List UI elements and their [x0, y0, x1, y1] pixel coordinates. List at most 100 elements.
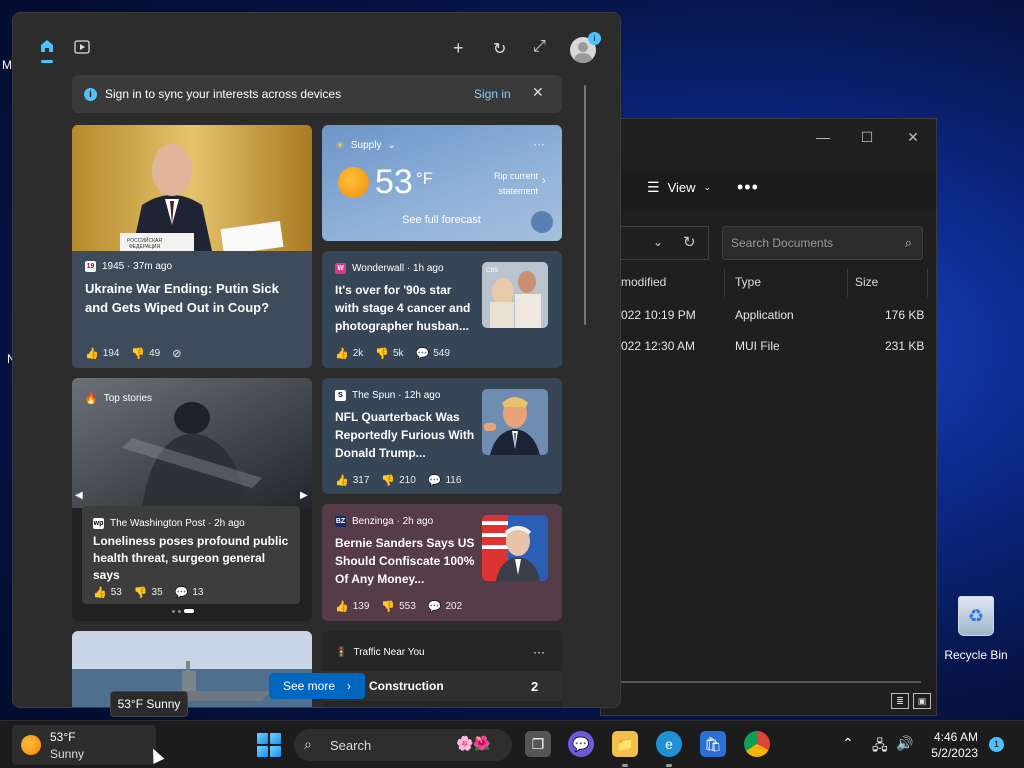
chevron-right-icon[interactable]: ›	[542, 175, 546, 187]
like-button[interactable]: 👍 194	[85, 347, 119, 360]
column-header-modified[interactable]: modified	[621, 275, 666, 289]
signin-link[interactable]: Sign in	[474, 87, 511, 101]
carousel-dot-active[interactable]	[184, 609, 194, 613]
notification-badge[interactable]: 1	[989, 737, 1004, 752]
file-explorer-icon[interactable]: 📁	[612, 731, 638, 757]
like-button[interactable]: 👍 317	[335, 474, 369, 487]
news-card-benzinga[interactable]: BZ Benzinga · 2h ago Bernie Sanders Says…	[322, 504, 562, 621]
like-button[interactable]: 👍 53	[93, 586, 122, 599]
news-photo	[482, 515, 548, 581]
news-card-spun[interactable]: S The Spun · 12h ago NFL Quarterback Was…	[322, 378, 562, 494]
network-icon[interactable]: 🖧	[872, 735, 888, 759]
search-label: Search	[330, 738, 372, 753]
comment-button[interactable]: 💬 202	[428, 600, 462, 613]
like-button[interactable]: 👍 139	[335, 600, 369, 613]
view-button[interactable]: ☰ View ⌄	[647, 179, 711, 196]
cell-modified: 022 12:30 AM	[621, 339, 696, 353]
search-input[interactable]: Search Documents ⌕	[722, 226, 923, 260]
maximize-icon[interactable]: ☐	[857, 127, 877, 147]
tiles-view-icon[interactable]: ▣	[913, 693, 931, 709]
weather-alert[interactable]: Rip current statement	[474, 169, 538, 199]
weather-location[interactable]: ☀ Supply ⌄	[335, 139, 396, 152]
comment-button[interactable]: 💬 549	[416, 347, 450, 360]
clock-time: 4:46 AM	[933, 730, 978, 744]
column-header-type[interactable]: Type	[735, 275, 761, 289]
feed-scrollbar[interactable]	[584, 85, 586, 325]
weather-more-icon[interactable]: ···	[533, 137, 545, 151]
refresh-icon[interactable]: ↻	[683, 233, 696, 251]
more-options-button[interactable]: •••	[737, 177, 759, 198]
carousel-dot[interactable]	[172, 609, 175, 613]
dislike-button[interactable]: 👎 35	[134, 586, 163, 599]
comment-button[interactable]: 💬 116	[428, 474, 462, 487]
source-logo-icon: S	[335, 390, 346, 401]
news-photo	[482, 389, 548, 455]
weather-card[interactable]: ☀ Supply ⌄ ··· 53 °F Rip current stateme…	[322, 125, 562, 241]
volume-icon[interactable]: 🔊	[896, 735, 913, 752]
news-source: W Wonderwall · 1h ago	[335, 263, 444, 274]
minimize-icon[interactable]: —	[813, 127, 833, 147]
search-placeholder: Search Documents	[731, 236, 834, 250]
forecast-link[interactable]: See full forecast	[402, 214, 481, 226]
horizontal-scrollbar[interactable]	[621, 681, 921, 683]
news-headline[interactable]: Loneliness poses profound public health …	[93, 533, 293, 584]
add-widget-icon[interactable]: +	[453, 38, 464, 59]
column-divider[interactable]	[847, 269, 848, 297]
traffic-more-icon[interactable]: ···	[533, 645, 545, 659]
traffic-item: Construction	[369, 679, 444, 693]
chevron-down-icon[interactable]: ⌄	[653, 235, 663, 249]
see-more-button[interactable]: See more ›	[269, 673, 365, 699]
news-card-putin[interactable]: РОССИЙСКАЯ ФЕДЕРАЦИЯ 19 1945 · 37m ago U…	[72, 125, 312, 368]
source-label: Benzinga · 2h ago	[352, 516, 434, 527]
dislike-count: 5k	[392, 348, 404, 359]
carousel-dot[interactable]	[178, 609, 181, 613]
dislike-count: 210	[399, 475, 416, 486]
recycle-bin[interactable]: ♻ Recycle Bin	[944, 596, 1008, 662]
close-icon[interactable]: ✕	[532, 84, 544, 101]
home-icon[interactable]	[39, 38, 55, 54]
dislike-button[interactable]: 👎 5k	[375, 347, 403, 360]
carousel-dots[interactable]	[172, 609, 194, 613]
news-headline[interactable]: Bernie Sanders Says US Should Confiscate…	[335, 534, 475, 588]
column-divider[interactable]	[724, 269, 725, 297]
like-button[interactable]: 👍 2k	[335, 347, 363, 360]
chevron-up-icon[interactable]: ⌃	[842, 735, 854, 752]
news-headline[interactable]: Ukraine War Ending: Putin Sick and Gets …	[85, 279, 300, 317]
comment-button[interactable]: 💬 13	[175, 586, 204, 599]
teams-chat-icon[interactable]: 💬	[568, 731, 594, 757]
source-logo-icon: W	[335, 263, 346, 274]
carousel-next-icon[interactable]: ▶	[300, 490, 308, 501]
news-headline[interactable]: NFL Quarterback Was Reportedly Furious W…	[335, 408, 475, 462]
dislike-button[interactable]: 👎 553	[381, 600, 415, 613]
video-icon[interactable]	[74, 39, 90, 55]
expand-icon[interactable]: ⤢	[533, 38, 546, 56]
file-explorer-window[interactable]: — ☐ ✕ ☰ View ⌄ ••• ⌄ ↻ Search Documents …	[600, 118, 937, 716]
explorer-titlebar[interactable]: — ☐ ✕	[601, 119, 936, 155]
chevron-right-icon: ›	[347, 679, 352, 693]
comment-count: 549	[433, 348, 450, 359]
clock[interactable]: 4:46 AM 5/2/2023	[926, 729, 978, 761]
cell-size: 176 KB	[885, 308, 925, 322]
taskbar-search-box[interactable]: ⌕ Search 🌸🌺	[294, 729, 512, 761]
news-card-wonderwall[interactable]: W Wonderwall · 1h ago It's over for '90s…	[322, 251, 562, 368]
story-panel[interactable]: wp The Washington Post · 2h ago Loneline…	[82, 506, 300, 604]
chrome-icon[interactable]	[744, 731, 770, 757]
dislike-button[interactable]: 👎 210	[381, 474, 415, 487]
dislike-button[interactable]: 👎 49	[131, 347, 160, 360]
edge-icon[interactable]: e	[656, 731, 682, 757]
comments-off-button[interactable]: ⊘	[172, 347, 181, 360]
news-headline[interactable]: It's over for '90s star with stage 4 can…	[335, 281, 475, 335]
carousel-prev-icon[interactable]: ◀	[75, 490, 83, 501]
close-icon[interactable]: ✕	[903, 127, 923, 147]
start-button[interactable]	[257, 733, 281, 757]
comment-icon: 💬	[174, 587, 189, 599]
refresh-icon[interactable]: ↻	[493, 39, 506, 59]
active-tab-indicator	[41, 60, 53, 63]
task-view-icon[interactable]: ❐	[525, 731, 551, 757]
taskbar-weather-button[interactable]: 53°F Sunny	[12, 725, 156, 765]
column-header-size[interactable]: Size	[855, 275, 878, 289]
store-icon[interactable]: 🛍	[700, 731, 726, 757]
column-divider[interactable]	[927, 269, 928, 297]
top-stories-card[interactable]: 🔥 Top stories ◀ ▶ wp The Washington Post…	[72, 378, 312, 621]
details-view-icon[interactable]: ≣	[891, 693, 909, 709]
